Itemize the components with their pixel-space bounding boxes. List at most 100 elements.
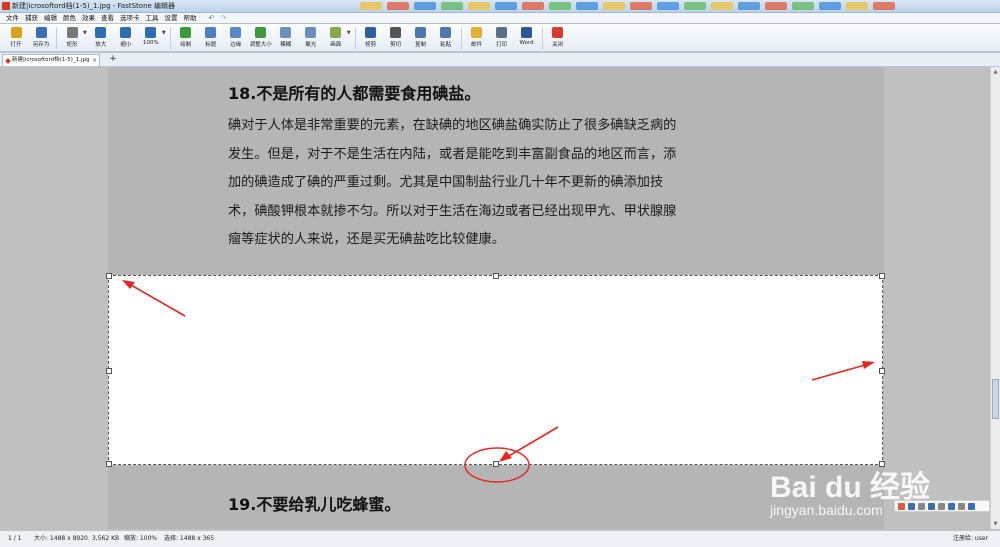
toolbar-separator: [56, 27, 57, 49]
toolbar-button-label: 打印: [496, 42, 508, 48]
menu-effects[interactable]: 效果: [82, 13, 95, 23]
caption-icon: [205, 27, 217, 38]
toolbar-draw-button[interactable]: 绘制: [174, 24, 198, 52]
ime-logo-icon[interactable]: [898, 502, 905, 510]
menu-tools[interactable]: 工具: [146, 13, 159, 23]
ime-icon[interactable]: [948, 502, 955, 510]
paste-icon: [440, 27, 452, 38]
status-file-size: 3,562 KB: [92, 535, 120, 542]
undo-icon[interactable]: ↶: [209, 14, 215, 22]
image-file-icon: [5, 58, 11, 64]
toolbar-open-folder-button[interactable]: 打开: [4, 24, 28, 52]
toolbar-save-button[interactable]: 另存为: [29, 24, 53, 52]
toolbar-blur-button[interactable]: 模糊: [274, 24, 298, 52]
resize-icon: [255, 27, 267, 38]
menu-edit[interactable]: 编辑: [44, 13, 57, 23]
toolbar-button-label: 放大: [95, 42, 107, 48]
toolbar-zoom-out-button[interactable]: 缩小: [114, 24, 138, 52]
toolbar-separator: [169, 27, 171, 49]
menu-settings[interactable]: 设置: [165, 13, 178, 23]
red-annotations: [122, 280, 875, 483]
watermark-url: jingyan.baidu.com: [770, 502, 883, 518]
toolbar-power-button[interactable]: 关闭: [546, 24, 570, 52]
toolbar-canvas-button[interactable]: 画面: [324, 24, 348, 52]
toolbar-copy-button[interactable]: 复制: [409, 24, 433, 52]
print-icon: [496, 27, 508, 38]
menu-view[interactable]: 查看: [101, 13, 114, 23]
tab-document[interactable]: 新建|icrosoftord档(1-5)_1.jpg ×: [2, 54, 100, 66]
arrow-bottom: [501, 426, 559, 461]
toolbar-button-label: 粘贴: [440, 42, 452, 48]
toolbar-edge-button[interactable]: 边缘: [224, 24, 248, 52]
ime-icon[interactable]: [958, 502, 965, 510]
redo-icon[interactable]: ↷: [220, 14, 226, 22]
toolbar-separator: [541, 27, 543, 49]
menu-file[interactable]: 文件: [6, 13, 19, 23]
cut-icon: [390, 27, 402, 38]
toolbar-zoom-in-button[interactable]: 放大: [89, 24, 113, 52]
circle-highlight: [464, 447, 530, 483]
ime-icon[interactable]: [938, 502, 945, 510]
scroll-thumb[interactable]: [992, 379, 999, 419]
menu-capture[interactable]: 捕获: [25, 13, 38, 23]
toolbar-button-label: 剪切: [390, 42, 402, 48]
tab-label: 新建|icrosoftord档(1-5)_1.jpg: [12, 57, 90, 63]
status-image-size: 大小: 1488 x 8920: [34, 535, 88, 542]
scroll-down-icon[interactable]: ▼: [992, 520, 999, 528]
menu-tabs[interactable]: 选项卡: [120, 13, 140, 23]
toolbar-button-label: 绘制: [180, 42, 192, 48]
toolbar-button-label: 另存为: [32, 42, 50, 48]
arrow-head: [499, 451, 512, 462]
toolbar-cut-button[interactable]: 剪切: [384, 24, 408, 52]
arrow-top-left: [123, 280, 186, 317]
spotlight-icon: [305, 27, 317, 38]
annotation-layer: [122, 280, 875, 483]
status-zoom: 缩放: 100%: [124, 535, 158, 542]
toolbar-caption-button[interactable]: 标题: [199, 24, 223, 52]
toolbar-button-label: 100%: [142, 40, 159, 46]
ime-icon[interactable]: [968, 502, 975, 510]
toolbar-crop-button[interactable]: 修剪: [359, 24, 383, 52]
menu-help[interactable]: 帮助: [184, 13, 197, 23]
open-folder-icon: [10, 27, 22, 38]
toolbar-button-label: Word: [519, 40, 534, 46]
status-registered-user: 注册给: user: [952, 535, 988, 542]
vertical-scrollbar[interactable]: ▲ ▼: [990, 67, 1000, 529]
toolbar-separator: [354, 27, 356, 49]
image-canvas[interactable]: 18.不是所有的人都需要食用碘盐。 碘对于人体是非常重要的元素，在缺碘的地区碘盐…: [0, 67, 990, 529]
status-page: 1 / 1: [8, 535, 22, 542]
scroll-up-icon[interactable]: ▲: [992, 68, 999, 76]
toolbar-zoom-100-button[interactable]: 100%: [139, 24, 163, 52]
rect-select-icon: [66, 27, 78, 38]
toolbar-paste-button[interactable]: 粘贴: [434, 24, 458, 52]
window-title: 新建|icrosoftord档(1-5)_1.jpg - FastStone 编…: [12, 2, 176, 10]
taskbar-strip: [360, 0, 1000, 12]
toolbar-button-label: 画面: [330, 42, 342, 48]
dropdown-arrow-icon[interactable]: ▼: [162, 30, 166, 36]
toolbar-resize-button[interactable]: 调整大小: [249, 24, 273, 52]
toolbar-button-label: 关闭: [552, 42, 564, 48]
toolbar-mail-button[interactable]: 邮件: [465, 24, 489, 52]
menu-bar: 文件 捕获 编辑 颜色 效果 查看 选项卡 工具 设置 帮助 ↶ ↷: [0, 13, 1000, 23]
dropdown-arrow-icon[interactable]: ▼: [347, 30, 351, 36]
toolbar-word-button[interactable]: Word: [515, 24, 539, 52]
arrow-head: [122, 280, 135, 289]
word-icon: [521, 27, 533, 38]
toolbar-button-label: 调整大小: [249, 42, 272, 48]
toolbar-spotlight-button[interactable]: 聚光: [299, 24, 323, 52]
toolbar-rect-select-button[interactable]: 矩形: [60, 24, 84, 52]
toolbar-print-button[interactable]: 打印: [490, 24, 514, 52]
ime-toolbar[interactable]: [894, 500, 990, 512]
ime-icon[interactable]: [928, 502, 935, 510]
ime-icon[interactable]: [908, 502, 915, 510]
mail-icon: [471, 27, 483, 38]
ime-icon[interactable]: [918, 502, 925, 510]
dropdown-arrow-icon[interactable]: ▼: [83, 30, 87, 36]
edge-icon: [230, 27, 242, 38]
tab-close-icon[interactable]: ×: [92, 55, 97, 66]
menu-color[interactable]: 颜色: [63, 13, 76, 23]
canvas-icon: [330, 27, 342, 38]
new-tab-button[interactable]: +: [106, 54, 120, 65]
toolbar-button-label: 复制: [415, 42, 427, 48]
tab-bar: 新建|icrosoftord档(1-5)_1.jpg × +: [0, 53, 1000, 67]
